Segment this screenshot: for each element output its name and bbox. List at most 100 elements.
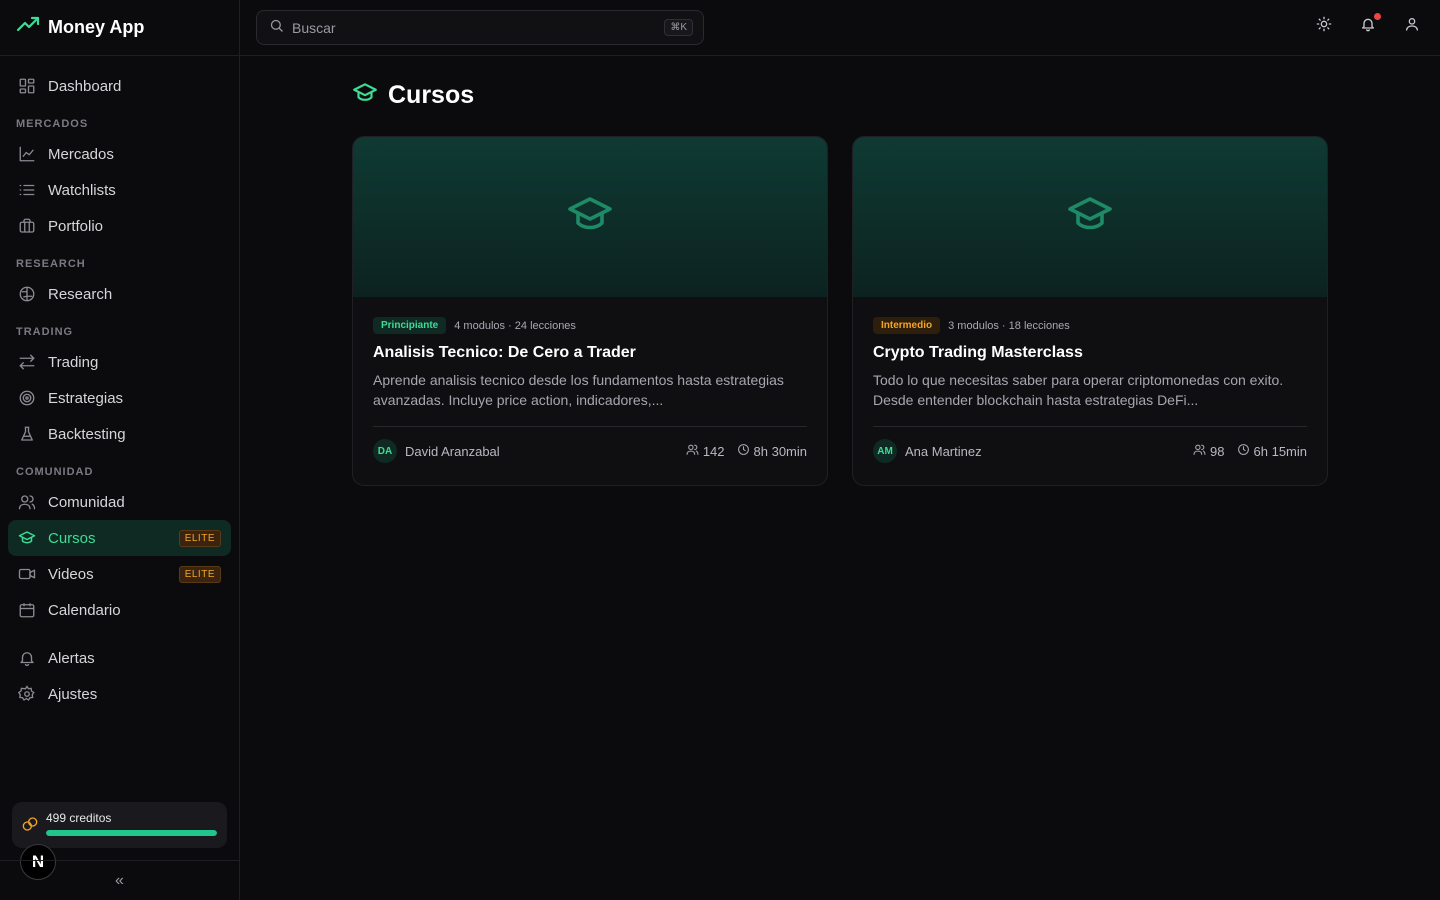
graduation-cap-icon xyxy=(352,80,378,111)
level-badge: Intermedio xyxy=(873,317,941,334)
section-label-research: RESEARCH xyxy=(16,258,86,270)
app-name: Money App xyxy=(48,17,145,37)
sun-icon xyxy=(1316,16,1332,37)
topbar-actions xyxy=(1314,13,1422,37)
elite-badge: ELITE xyxy=(178,565,221,583)
sidebar-nav: Dashboard MERCADOS Mercados Watchlists P… xyxy=(0,56,239,712)
chevrons-left-icon: « xyxy=(115,871,124,889)
course-description: Aprende analisis tecnico desde los funda… xyxy=(373,372,784,408)
course-duration: 8h 30min xyxy=(737,443,807,459)
section-label-comunidad: COMUNIDAD xyxy=(16,466,94,478)
sidebar-item-label: Backtesting xyxy=(48,425,126,443)
sidebar-item-label: Mercados xyxy=(48,145,114,163)
students-value: 98 xyxy=(1210,443,1225,459)
users-icon xyxy=(1193,443,1206,459)
course-title: Crypto Trading Masterclass xyxy=(873,344,1083,361)
topbar: ⌘K xyxy=(240,0,1440,56)
course-body: Intermedio 3 modulos · 18 lecciones Cryp… xyxy=(853,297,1327,475)
gear-icon xyxy=(18,685,36,703)
coins-icon xyxy=(22,816,38,837)
sidebar-item-backtesting[interactable]: Backtesting xyxy=(8,416,231,452)
notifications-button[interactable] xyxy=(1358,13,1381,37)
sidebar-item-label: Cursos xyxy=(48,529,96,547)
sidebar-item-label: Estrategias xyxy=(48,389,124,407)
sidebar-item-research[interactable]: Research xyxy=(8,276,231,312)
app-root: Money App Dashboard MERCADOS Mercados Wa… xyxy=(0,0,1440,900)
sidebar-item-dashboard[interactable]: Dashboard xyxy=(8,68,231,104)
sidebar-item-ajustes[interactable]: Ajustes xyxy=(8,676,231,712)
sidebar: Money App Dashboard MERCADOS Mercados Wa… xyxy=(0,0,240,900)
sidebar-item-cursos[interactable]: Cursos ELITE xyxy=(8,520,231,556)
list-icon xyxy=(18,181,36,199)
sidebar-item-mercados[interactable]: Mercados xyxy=(8,136,231,172)
arrows-exchange-icon xyxy=(18,353,36,371)
layout-dashboard-icon xyxy=(18,77,36,95)
duration-value: 6h 15min xyxy=(1253,443,1307,459)
sidebar-item-trading[interactable]: Trading xyxy=(8,344,231,380)
sidebar-item-label: Research xyxy=(48,285,113,303)
avatar: AM xyxy=(873,439,897,463)
course-card[interactable]: Intermedio 3 modulos · 18 lecciones Cryp… xyxy=(852,136,1328,486)
line-chart-icon xyxy=(18,145,36,163)
course-card[interactable]: Principiante 4 modulos · 24 lecciones An… xyxy=(352,136,828,486)
course-modules: 4 modulos · 24 lecciones xyxy=(454,319,576,332)
users-icon xyxy=(18,493,36,511)
clock-icon xyxy=(737,443,750,459)
calendar-icon xyxy=(18,601,36,619)
graduation-cap-icon xyxy=(566,191,614,244)
course-modules: 3 modulos · 18 lecciones xyxy=(948,319,1070,332)
avatar: DA xyxy=(373,439,397,463)
search-box[interactable]: ⌘K xyxy=(256,10,704,45)
sidebar-item-calendario[interactable]: Calendario xyxy=(8,592,231,628)
course-meta: Principiante 4 modulos · 24 lecciones xyxy=(373,317,807,334)
students-count: 98 xyxy=(1193,443,1225,459)
brain-icon xyxy=(18,285,36,303)
sidebar-item-portfolio[interactable]: Portfolio xyxy=(8,208,231,244)
page-header: Cursos xyxy=(352,80,474,111)
notification-dot xyxy=(1374,13,1381,20)
user-menu-button[interactable] xyxy=(1402,16,1422,36)
page-title: Cursos xyxy=(388,81,475,109)
course-duration: 6h 15min xyxy=(1237,443,1307,459)
course-footer: AM Ana Martinez 98 6h 15min xyxy=(873,427,1307,475)
credits-progress-fill xyxy=(46,830,217,836)
search-input[interactable] xyxy=(292,19,657,36)
section-label-trading: TRADING xyxy=(16,326,74,338)
sidebar-item-comunidad[interactable]: Comunidad xyxy=(8,484,231,520)
sidebar-item-label: Comunidad xyxy=(48,493,125,511)
theme-toggle-button[interactable] xyxy=(1314,16,1334,36)
graduation-cap-icon xyxy=(1066,191,1114,244)
brand[interactable]: Money App xyxy=(0,0,239,56)
sidebar-item-watchlists[interactable]: Watchlists xyxy=(8,172,231,208)
sidebar-item-estrategias[interactable]: Estrategias xyxy=(8,380,231,416)
sidebar-item-label: Alertas xyxy=(48,649,95,667)
course-footer: DA David Aranzabal 142 8h 30min xyxy=(373,427,807,475)
users-icon xyxy=(686,443,699,459)
course-description: Todo lo que necesitas saber para operar … xyxy=(873,372,1284,408)
duration-value: 8h 30min xyxy=(753,443,807,459)
students-value: 142 xyxy=(702,443,725,459)
video-icon xyxy=(18,565,36,583)
collapse-sidebar-button[interactable]: « xyxy=(0,860,239,900)
briefcase-icon xyxy=(18,217,36,235)
course-cover xyxy=(353,137,827,297)
sidebar-item-label: Ajustes xyxy=(48,685,98,703)
search-icon xyxy=(269,18,284,38)
sidebar-item-label: Portfolio xyxy=(48,217,104,235)
sidebar-item-label: Watchlists xyxy=(48,181,116,199)
user-icon xyxy=(1404,16,1420,37)
search-shortcut-hint: ⌘K xyxy=(664,19,693,36)
sidebar-item-alertas[interactable]: Alertas xyxy=(8,640,231,676)
course-body: Principiante 4 modulos · 24 lecciones An… xyxy=(353,297,827,475)
credits-widget[interactable]: 499 creditos xyxy=(12,802,227,848)
sidebar-item-videos[interactable]: Videos ELITE xyxy=(8,556,231,592)
course-grid: Principiante 4 modulos · 24 lecciones An… xyxy=(352,136,1328,486)
bell-icon xyxy=(18,649,36,667)
bell-icon xyxy=(1360,16,1376,37)
trending-up-icon xyxy=(16,13,40,42)
flask-icon xyxy=(18,425,36,443)
course-meta: Intermedio 3 modulos · 18 lecciones xyxy=(873,317,1307,334)
main-content: Cursos Principiante 4 modulos · 24 lecci… xyxy=(240,56,1440,900)
author-name: Ana Martinez xyxy=(905,443,982,459)
